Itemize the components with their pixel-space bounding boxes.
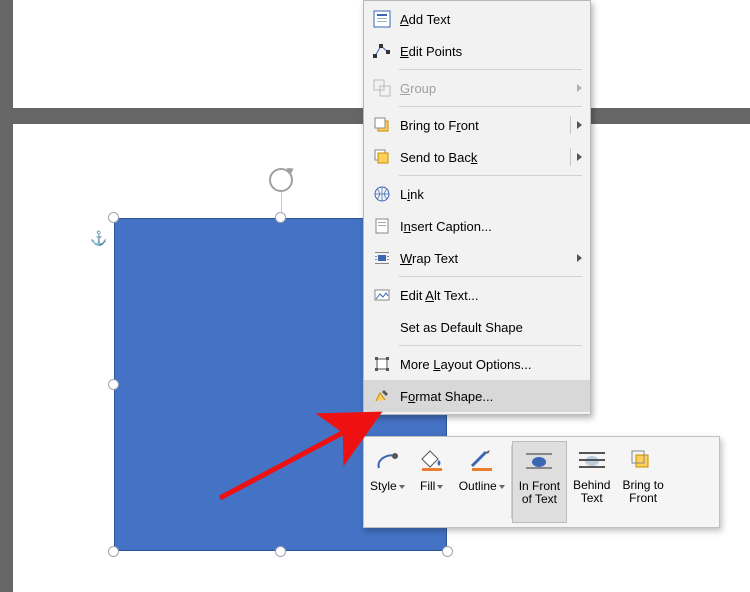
menu-bring-to-front[interactable]: Bring to Front — [364, 109, 590, 141]
menu-edit-points-label: Edit Points — [400, 44, 582, 59]
wrap-text-icon — [370, 246, 394, 270]
resize-handle-s[interactable] — [275, 546, 286, 557]
mini-behind-text[interactable]: BehindText — [567, 437, 616, 527]
bring-to-front-icon — [628, 445, 658, 475]
link-icon — [370, 182, 394, 206]
mini-in-front-label: In Frontof Text — [519, 480, 560, 506]
send-to-back-icon — [370, 145, 394, 169]
separator — [399, 69, 582, 70]
group-icon — [370, 76, 394, 100]
submenu-arrow-icon — [577, 254, 582, 262]
resize-handle-w[interactable] — [108, 379, 119, 390]
anchor-icon: ⚓ — [90, 230, 107, 247]
menu-send-to-back[interactable]: Send to Back — [364, 141, 590, 173]
caret-icon — [437, 485, 443, 489]
menu-wrap-text-label: Wrap Text — [400, 251, 577, 266]
resize-handle-se[interactable] — [442, 546, 453, 557]
resize-handle-n[interactable] — [275, 212, 286, 223]
mini-bring-label: Bring toFront — [622, 479, 663, 505]
menu-add-text-label: Add Text — [400, 12, 582, 27]
menu-set-default-shape[interactable]: Set as Default Shape — [364, 311, 590, 343]
resize-handle-nw[interactable] — [108, 212, 119, 223]
menu-set-default-label: Set as Default Shape — [400, 320, 582, 335]
format-shape-icon — [370, 384, 394, 408]
menu-wrap-text[interactable]: Wrap Text — [364, 242, 590, 274]
menu-group-label: Group — [400, 81, 577, 96]
mini-outline[interactable]: Outline — [453, 437, 511, 527]
submenu-arrow-icon[interactable] — [577, 153, 582, 161]
split-separator — [570, 148, 571, 166]
menu-edit-alt-text-label: Edit Alt Text... — [400, 288, 582, 303]
resize-handle-sw[interactable] — [108, 546, 119, 557]
blank-icon — [370, 315, 394, 339]
menu-bring-to-front-label: Bring to Front — [400, 118, 564, 133]
separator — [399, 175, 582, 176]
mini-toolbar: Style Fill Outline In Frontof Text Behin… — [363, 436, 720, 528]
menu-group: Group — [364, 72, 590, 104]
caret-icon — [399, 485, 405, 489]
menu-format-shape-label: Format Shape... — [400, 389, 582, 404]
mini-outline-label: Outline — [459, 479, 505, 493]
mini-behind-label: BehindText — [573, 479, 610, 505]
submenu-arrow-icon — [577, 84, 582, 92]
menu-link[interactable]: Link — [364, 178, 590, 210]
mini-fill-label: Fill — [420, 479, 443, 493]
split-separator — [570, 116, 571, 134]
mini-style[interactable]: Style — [364, 437, 411, 527]
menu-insert-caption[interactable]: Insert Caption... — [364, 210, 590, 242]
menu-add-text[interactable]: Add Text — [364, 3, 590, 35]
mini-fill[interactable]: Fill — [411, 437, 453, 527]
separator — [399, 276, 582, 277]
rotation-connector — [281, 190, 282, 212]
menu-more-layout[interactable]: More Layout Options... — [364, 348, 590, 380]
add-text-icon — [370, 7, 394, 31]
caret-icon — [499, 485, 505, 489]
menu-insert-caption-label: Insert Caption... — [400, 219, 582, 234]
separator — [399, 106, 582, 107]
edit-points-icon — [370, 39, 394, 63]
mini-in-front-of-text[interactable]: In Frontof Text — [512, 441, 567, 523]
edit-alt-text-icon — [370, 283, 394, 307]
insert-caption-icon — [370, 214, 394, 238]
menu-more-layout-label: More Layout Options... — [400, 357, 582, 372]
style-icon — [372, 445, 402, 475]
separator — [399, 345, 582, 346]
menu-send-to-back-label: Send to Back — [400, 150, 564, 165]
context-menu: Add Text Edit Points Group Bring to Fron… — [363, 0, 591, 415]
more-layout-icon — [370, 352, 394, 376]
rotation-handle[interactable] — [269, 168, 293, 192]
fill-icon — [417, 445, 447, 475]
menu-edit-points[interactable]: Edit Points — [364, 35, 590, 67]
outline-icon — [467, 445, 497, 475]
mini-bring-to-front[interactable]: Bring toFront — [616, 437, 669, 527]
mini-style-label: Style — [370, 479, 405, 493]
behind-text-icon — [577, 445, 607, 475]
submenu-arrow-icon[interactable] — [577, 121, 582, 129]
menu-edit-alt-text[interactable]: Edit Alt Text... — [364, 279, 590, 311]
menu-link-label: Link — [400, 187, 582, 202]
in-front-of-text-icon — [524, 446, 554, 476]
bring-to-front-icon — [370, 113, 394, 137]
menu-format-shape[interactable]: Format Shape... — [364, 380, 590, 412]
